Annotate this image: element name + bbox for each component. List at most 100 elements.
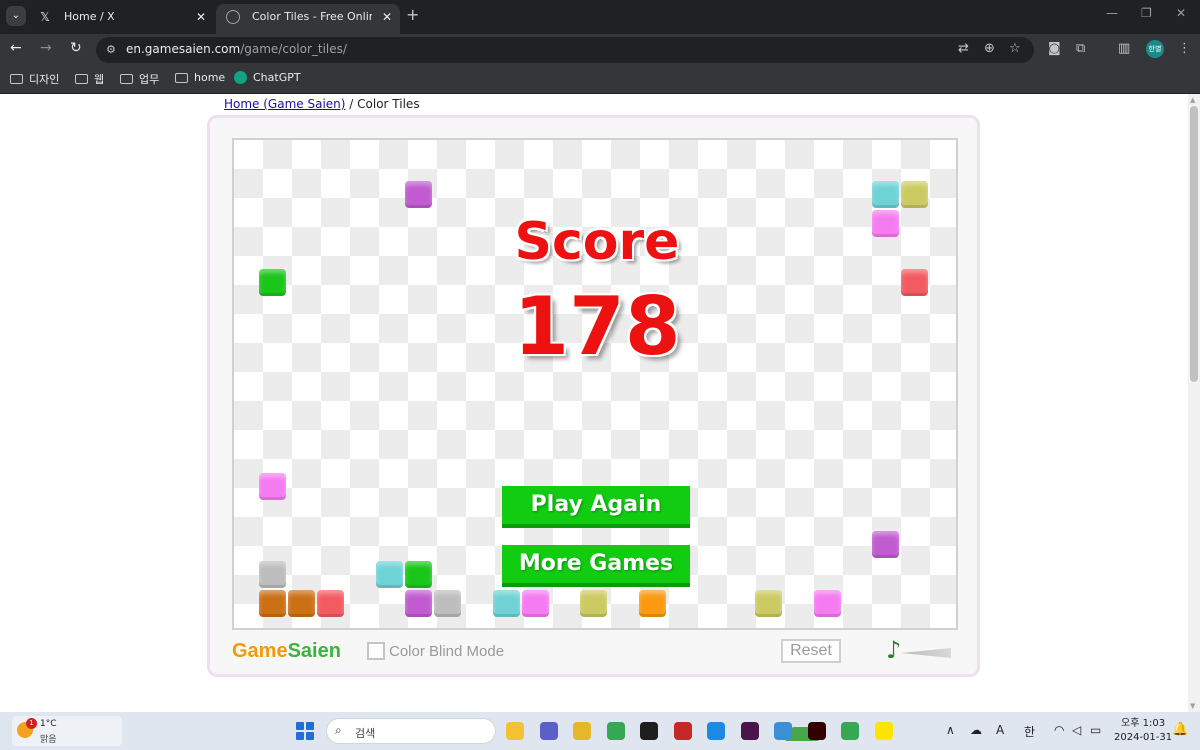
chat-app[interactable] (539, 722, 558, 740)
tile-olive (901, 181, 929, 208)
tile-pink (521, 589, 549, 617)
address-bar[interactable]: ⚙ en.gamesaien.com/game/color_tiles/ ⇄ ⊕… (96, 37, 1034, 63)
pen-icon[interactable]: A (996, 723, 1004, 737)
color-blind-checkbox[interactable] (367, 642, 385, 660)
bookmark-label: home (194, 71, 226, 84)
notification-bell-icon[interactable]: 🔔 (1172, 722, 1188, 737)
tile-purple (405, 589, 432, 617)
chrome-profile-app[interactable] (841, 722, 859, 740)
game-board[interactable]: Score 178 Play Again More Games (232, 138, 958, 630)
bookmarks-bar: 디자인 웹 업무 home ChatGPT (0, 64, 1200, 94)
folder-icon (10, 74, 23, 84)
clock-date: 2024-01-31 (1114, 732, 1173, 743)
more-games-button[interactable]: More Games (502, 545, 690, 587)
tile-cyan (492, 589, 520, 617)
chatgpt-icon (234, 71, 247, 84)
bookmark-web[interactable]: 웹 (75, 71, 104, 87)
scrollbar-thumb[interactable] (1190, 106, 1198, 382)
translate-icon[interactable]: ⇄ (958, 41, 969, 56)
music-note-icon[interactable]: ♪ (886, 636, 901, 664)
tile-purple (405, 181, 432, 208)
tab-strip: ⌄ 𝕏 Home / X ✕ Color Tiles - Free Online… (0, 0, 1200, 34)
window-close-icon[interactable]: ✕ (1176, 6, 1186, 20)
start-button[interactable] (296, 722, 314, 740)
folder-app[interactable] (573, 722, 591, 740)
bookmark-label: 웹 (94, 73, 105, 86)
tile-pink (259, 473, 286, 500)
breadcrumb: Home (Game Saien) / Color Tiles (224, 97, 420, 111)
zoom-icon[interactable]: ⊕ (984, 41, 995, 56)
weather-condition: 맑음 (40, 735, 57, 745)
url-domain: en.gamesaien.com (126, 42, 241, 56)
folder-icon (120, 74, 133, 84)
logo-part-saien: Saien (287, 640, 341, 662)
menu-icon[interactable]: ⋮ (1178, 41, 1191, 56)
side-panel-icon[interactable]: ▥ (1118, 41, 1130, 56)
bookmark-work[interactable]: 업무 (120, 71, 159, 87)
clock[interactable]: 오후 1:03 2024-01-31 (1114, 717, 1172, 745)
bookmark-design[interactable]: 디자인 (10, 71, 59, 87)
tab-search-button[interactable]: ⌄ (6, 6, 26, 26)
new-tab-icon[interactable]: + (406, 5, 419, 24)
breadcrumb-home-link[interactable]: Home (Game Saien) (224, 97, 345, 111)
tab-close-icon[interactable]: ✕ (196, 4, 206, 30)
scroll-down-icon[interactable]: ▼ (1190, 702, 1195, 710)
onedrive-icon[interactable]: ☁ (970, 723, 982, 737)
weather-widget[interactable]: 1 1°C 맑음 (12, 716, 122, 746)
tile-gray (434, 589, 462, 617)
bookmark-home[interactable]: home (175, 71, 225, 84)
slack-app[interactable] (740, 722, 759, 740)
web-page: Home (Game Saien) / Color Tiles Score 17… (0, 94, 1188, 712)
tile-cyan (375, 560, 403, 588)
scroll-up-icon[interactable]: ▲ (1190, 96, 1195, 104)
snipping-app[interactable] (673, 722, 692, 740)
tile-olive (580, 589, 608, 617)
url-text: en.gamesaien.com/game/color_tiles/ (126, 42, 347, 56)
logo-part-game: Game (232, 640, 288, 662)
reload-icon[interactable]: ↻ (70, 40, 82, 56)
extensions-icon[interactable]: ⧉ (1076, 41, 1085, 56)
forward-icon[interactable]: → (40, 40, 52, 56)
notification-badge: 1 (26, 718, 37, 729)
tab-close-icon[interactable]: ✕ (382, 4, 392, 30)
paint-app[interactable] (707, 722, 725, 740)
site-info-icon[interactable]: ⚙ (106, 43, 116, 56)
figma-app[interactable] (640, 722, 658, 740)
color-blind-toggle[interactable]: Color Blind Mode (367, 642, 504, 660)
tile-olive (755, 589, 783, 617)
ime-indicator[interactable]: 한 (1024, 723, 1035, 740)
tile-green (259, 268, 286, 296)
back-icon[interactable]: ← (10, 40, 22, 56)
restore-icon[interactable]: ❐ (1141, 6, 1152, 20)
search-icon: ⌕ (335, 723, 342, 737)
battery-icon[interactable]: ▭ (1090, 723, 1101, 737)
play-again-button[interactable]: Play Again (502, 486, 690, 528)
tab-color-tiles[interactable]: Color Tiles - Free Online Puzzle ✕ (216, 4, 400, 34)
tile-brown (288, 589, 316, 617)
breadcrumb-current: Color Tiles (357, 97, 420, 111)
volume-icon[interactable]: ◁ (1072, 723, 1081, 737)
bookmark-star-icon[interactable]: ☆ (1009, 41, 1021, 56)
volume-slider[interactable] (901, 648, 951, 658)
file-explorer-app[interactable] (506, 722, 524, 740)
minimize-icon[interactable]: — (1106, 6, 1118, 20)
game-frame: Score 178 Play Again More Games GameSaie… (207, 115, 980, 677)
tray-expand-icon[interactable]: ∧ (946, 723, 955, 737)
kakaotalk-app[interactable] (874, 722, 893, 740)
wifi-icon[interactable]: ◠ (1054, 723, 1064, 737)
gamesaien-logo[interactable]: GameSaien (232, 640, 341, 663)
profile-avatar[interactable]: 한별 (1146, 40, 1164, 58)
camera-icon[interactable]: ◙ (1048, 41, 1061, 56)
tile-green (405, 560, 432, 588)
page-scrollbar[interactable]: ▲ ▼ (1188, 94, 1200, 712)
tab-home-x[interactable]: 𝕏 Home / X ✕ (28, 4, 214, 34)
illustrator-app[interactable] (807, 722, 826, 740)
clock-time: 오후 1:03 (1121, 718, 1166, 729)
taskbar-search[interactable]: ⌕ 검색 (326, 718, 819, 744)
browser-toolbar: ← → ↻ ⚙ en.gamesaien.com/game/color_tile… (0, 34, 1200, 64)
score-label: Score (514, 212, 680, 272)
notepad-app[interactable] (774, 722, 792, 740)
reset-button[interactable]: Reset (781, 639, 841, 663)
chrome-app[interactable] (606, 722, 625, 740)
bookmark-chatgpt[interactable]: ChatGPT (234, 71, 301, 84)
